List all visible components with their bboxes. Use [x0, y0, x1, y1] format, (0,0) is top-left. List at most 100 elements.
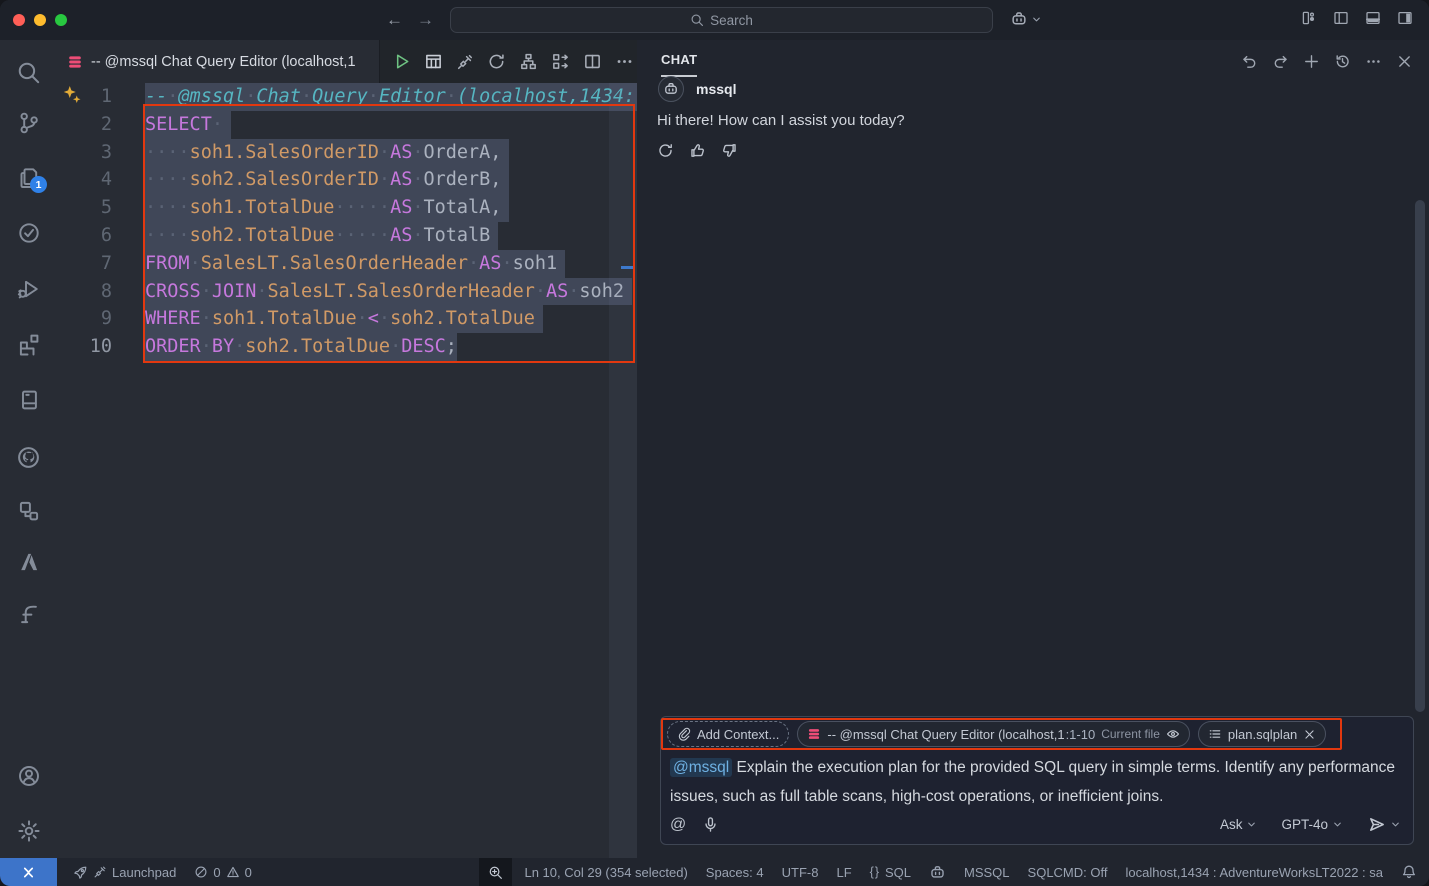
mention-icon[interactable]: @	[670, 816, 686, 834]
history-icon[interactable]	[1334, 53, 1351, 70]
minimize-window-button[interactable]	[34, 14, 46, 26]
sidebar-item-testing[interactable]	[0, 213, 57, 253]
code-line[interactable]: 5····soh1.TotalDue·····AS·TotalA,	[57, 194, 637, 222]
explorer-badge: 1	[30, 176, 47, 193]
estimated-plan-icon[interactable]	[487, 52, 506, 71]
settings-button[interactable]	[0, 811, 57, 851]
error-icon	[194, 865, 208, 879]
close-window-button[interactable]	[13, 14, 25, 26]
code-line[interactable]: 1--·@mssql·Chat·Query·Editor·(localhost,…	[57, 83, 637, 111]
new-chat-icon[interactable]	[1303, 53, 1320, 70]
mode-picker[interactable]: Ask	[1220, 817, 1258, 832]
sidebar-item-fabric[interactable]	[0, 594, 57, 634]
title-bar: ← → Search	[0, 0, 1429, 40]
plug-icon	[93, 865, 107, 879]
add-context-label: Add Context...	[697, 727, 779, 742]
code-line[interactable]: 3····soh1.SalesOrderID·AS·OrderA,	[57, 139, 637, 167]
sidebar-item-notebooks[interactable]	[0, 380, 57, 420]
code-line[interactable]: 9WHERE·soh1.TotalDue·<·soh2.TotalDue	[57, 305, 637, 333]
chip-plan-label: plan.sqlplan	[1228, 727, 1297, 742]
sidebar-item-containers[interactable]	[0, 491, 57, 531]
tab-chat[interactable]: CHAT	[661, 52, 697, 71]
run-query-icon[interactable]	[392, 52, 411, 71]
connection-icon[interactable]	[456, 53, 474, 71]
query-plan-icon[interactable]	[519, 52, 538, 71]
zoom-in-icon	[488, 865, 503, 880]
eye-icon[interactable]	[1166, 727, 1180, 741]
editor[interactable]: 1--·@mssql·Chat·Query·Editor·(localhost,…	[57, 83, 637, 858]
model-picker[interactable]: GPT-4o	[1281, 817, 1343, 832]
sidebar-item-github[interactable]	[0, 437, 57, 477]
thumbs-down-icon[interactable]	[721, 142, 738, 159]
code-line[interactable]: 10ORDER·BY·soh2.TotalDue·DESC;	[57, 333, 637, 361]
toggle-secondary-sidebar-icon[interactable]	[1397, 10, 1415, 28]
context-chip-current-file[interactable]: -- @mssql Chat Query Editor (localhost,1…	[797, 721, 1190, 747]
mention-chip[interactable]: @mssql	[670, 758, 732, 777]
more-actions-icon[interactable]	[615, 52, 634, 71]
retry-icon[interactable]	[657, 142, 674, 159]
code-line[interactable]: 2SELECT·	[57, 111, 637, 139]
copilot-menu[interactable]	[1010, 10, 1042, 28]
code-line[interactable]: 8CROSS·JOIN·SalesLT.SalesOrderHeader·AS·…	[57, 278, 637, 306]
sidebar-item-source-control[interactable]	[0, 103, 57, 143]
account-button[interactable]	[0, 756, 57, 796]
indentation-status[interactable]: Spaces: 4	[706, 865, 764, 880]
chip-file-range: :1-10	[1066, 727, 1096, 742]
code-line[interactable]: 6····soh2.TotalDue·····AS·TotalB	[57, 222, 637, 250]
problems-status[interactable]: 0 0	[194, 865, 251, 880]
encoding-status[interactable]: UTF-8	[782, 865, 819, 880]
sidebar-item-search[interactable]	[0, 52, 57, 92]
notifications-button[interactable]	[1401, 864, 1417, 880]
launchpad-label: Launchpad	[112, 865, 176, 880]
connection-status[interactable]: localhost,1434 : AdventureWorksLT2022 : …	[1125, 865, 1383, 880]
toggle-primary-sidebar-icon[interactable]	[1333, 10, 1351, 28]
more-actions-icon[interactable]	[1365, 53, 1382, 70]
warning-count: 0	[245, 865, 252, 880]
launchpad-status[interactable]: Launchpad	[73, 865, 176, 880]
chat-input-text[interactable]: @mssql Explain the execution plan for th…	[670, 753, 1408, 811]
remote-indicator[interactable]	[0, 858, 57, 886]
context-chip-sqlplan[interactable]: plan.sqlplan	[1198, 721, 1326, 747]
add-context-button[interactable]: Add Context...	[667, 721, 789, 747]
editor-scrollbar[interactable]	[609, 83, 637, 858]
toggle-panel-icon[interactable]	[1365, 10, 1383, 28]
code-line[interactable]: 7FROM·SalesLT.SalesOrderHeader·AS·soh1	[57, 250, 637, 278]
code-lines[interactable]: 1--·@mssql·Chat·Query·Editor·(localhost,…	[57, 83, 637, 361]
redo-icon[interactable]	[1272, 53, 1289, 70]
chat-input-box[interactable]: Add Context... -- @mssql Chat Query Edit…	[660, 716, 1414, 845]
language-status[interactable]: {}SQL	[870, 865, 911, 880]
editor-group: -- @mssql Chat Query Editor (localhost,1…	[57, 40, 637, 858]
forward-icon[interactable]: →	[417, 10, 434, 30]
zoom-window-button[interactable]	[55, 14, 67, 26]
cursor-position-status[interactable]: Ln 10, Col 29 (354 selected)	[524, 865, 687, 880]
split-editor-icon[interactable]	[583, 52, 602, 71]
sidebar-item-azure[interactable]	[0, 542, 57, 582]
microphone-icon[interactable]	[702, 816, 719, 833]
sidebar-item-run-debug[interactable]	[0, 269, 57, 309]
thumbs-up-icon[interactable]	[689, 142, 706, 159]
close-icon[interactable]	[1396, 53, 1413, 70]
eol-status[interactable]: LF	[836, 865, 851, 880]
sqlcmd-status[interactable]: SQLCMD: Off	[1028, 865, 1108, 880]
editor-toolbar	[380, 40, 637, 83]
undo-icon[interactable]	[1241, 53, 1258, 70]
github-icon	[16, 445, 41, 470]
close-icon[interactable]	[1303, 728, 1316, 741]
sidebar-item-extensions[interactable]	[0, 324, 57, 364]
sidebar-item-explorer[interactable]: 1	[0, 158, 57, 198]
mssql-status[interactable]: MSSQL	[964, 865, 1010, 880]
back-icon[interactable]: ←	[386, 10, 403, 30]
zoom-indicator[interactable]	[479, 858, 512, 886]
send-button[interactable]	[1367, 815, 1401, 834]
editor-tab[interactable]: -- @mssql Chat Query Editor (localhost,1	[57, 40, 380, 83]
copilot-status[interactable]	[929, 864, 946, 881]
customize-layout-icon[interactable]	[1301, 10, 1319, 28]
selection-highlight: CROSS·JOIN·SalesLT.SalesOrderHeader·AS·s…	[145, 278, 632, 306]
selection-highlight: --·@mssql·Chat·Query·Editor·(localhost,1…	[145, 83, 637, 111]
code-line[interactable]: 4····soh2.SalesOrderID·AS·OrderB,	[57, 166, 637, 194]
chat-scrollbar[interactable]	[1415, 200, 1425, 712]
enable-actual-plan-icon[interactable]	[551, 52, 570, 71]
chevron-down-icon	[1246, 819, 1257, 830]
results-grid-icon[interactable]	[424, 52, 443, 71]
command-center-search[interactable]: Search	[450, 7, 993, 33]
